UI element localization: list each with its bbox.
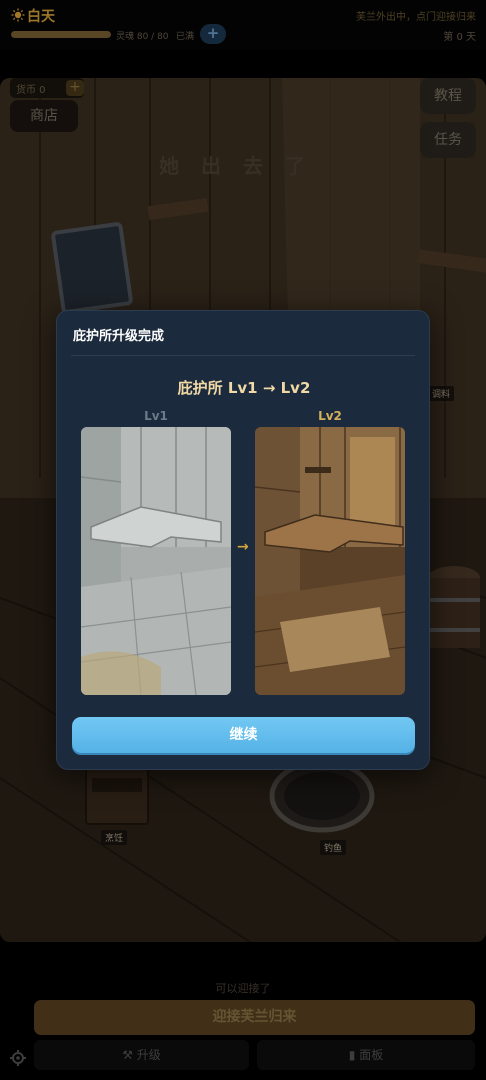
scene-caption: 她出去了 — [159, 154, 327, 178]
energy-text: 灵魂 80 / 80 — [116, 32, 169, 42]
welcome-back-button[interactable]: 迎接芙兰归来 — [34, 1000, 475, 1035]
shop-button[interactable]: 商店 — [10, 100, 78, 132]
currency-display: 货币 0 + — [10, 78, 84, 98]
lv2-label: Lv2 — [318, 409, 342, 423]
arrow-icon: → — [237, 539, 249, 555]
status-message: 芙兰外出中，点门迎接归来 — [356, 12, 476, 23]
panel-button[interactable]: ▮ 面板 — [257, 1040, 475, 1070]
energy-bar — [11, 31, 111, 38]
upgrade-heading: 庇护所 Lv1 → Lv2 — [177, 379, 311, 397]
day-phase-label: 白天 — [27, 9, 55, 25]
tutorial-button[interactable]: 教程 — [420, 78, 476, 114]
day-counter: 第 0 天 — [443, 32, 476, 43]
fishing-label[interactable]: 钓鱼 — [320, 840, 347, 855]
continue-button[interactable]: 继续 — [72, 717, 415, 753]
bottom-hint: 可以迎接了 — [215, 982, 271, 995]
upgrade-button[interactable]: ⚒ 升级 — [34, 1040, 249, 1070]
dialog-title: 庇护所升级完成 — [73, 329, 165, 344]
seasoning-label[interactable]: 调料 — [428, 386, 455, 401]
sun-icon — [11, 8, 25, 22]
add-energy-button[interactable]: + — [200, 24, 226, 44]
add-currency-button[interactable]: + — [66, 80, 84, 96]
full-status: 已满 — [176, 32, 195, 42]
cooking-label[interactable]: 烹饪 — [101, 830, 128, 845]
lv1-shelter-image — [81, 427, 231, 695]
upgrade-complete-dialog: 庇护所升级完成 庇护所 Lv1 → Lv2 Lv1 Lv2 → 继续 — [56, 310, 430, 770]
top-status-bar: 白天 芙兰外出中，点门迎接归来 灵魂 80 / 80 已满 + 第 0 天 — [0, 0, 486, 50]
gear-icon[interactable] — [9, 1049, 27, 1067]
lv2-shelter-image — [255, 427, 405, 695]
divider — [71, 355, 415, 356]
currency-label: 货币 0 — [16, 85, 46, 96]
lv1-label: Lv1 — [144, 409, 168, 423]
